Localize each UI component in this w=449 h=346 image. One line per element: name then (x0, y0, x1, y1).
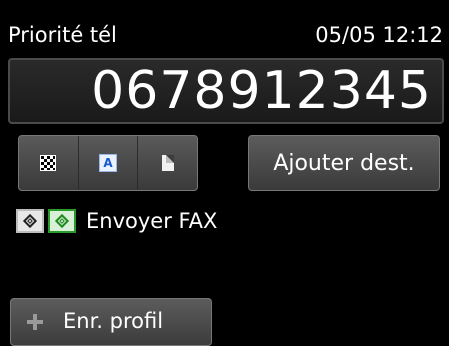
status-bar: Priorité tél 05/05 12:12 (8, 20, 443, 50)
datetime-label: 05/05 12:12 (315, 23, 443, 47)
fax-screen: Priorité tél 05/05 12:12 0678912345 A Aj… (0, 0, 449, 346)
add-destination-button[interactable]: Ajouter dest. (248, 135, 440, 191)
start-mono-icon (16, 209, 44, 233)
plus-icon (25, 312, 45, 332)
resolution-button[interactable] (19, 136, 79, 190)
send-fax-label: Envoyer FAX (86, 209, 218, 233)
send-fax-row: Envoyer FAX (16, 205, 217, 237)
fax-number-display[interactable]: 0678912345 (8, 58, 444, 124)
text-mode-button[interactable]: A (79, 136, 139, 190)
resolution-checker-icon (40, 155, 57, 171)
start-color-icon (48, 209, 76, 233)
fax-number-value: 0678912345 (91, 61, 432, 121)
document-type-button[interactable] (138, 136, 197, 190)
save-profile-button[interactable]: Enr. profil (10, 298, 212, 346)
scan-settings-group: A (18, 135, 198, 191)
text-mode-a-icon: A (99, 154, 117, 172)
document-page-icon (161, 155, 174, 171)
save-profile-label: Enr. profil (63, 309, 164, 333)
mode-label: Priorité tél (8, 23, 117, 47)
add-destination-label: Ajouter dest. (273, 150, 415, 176)
